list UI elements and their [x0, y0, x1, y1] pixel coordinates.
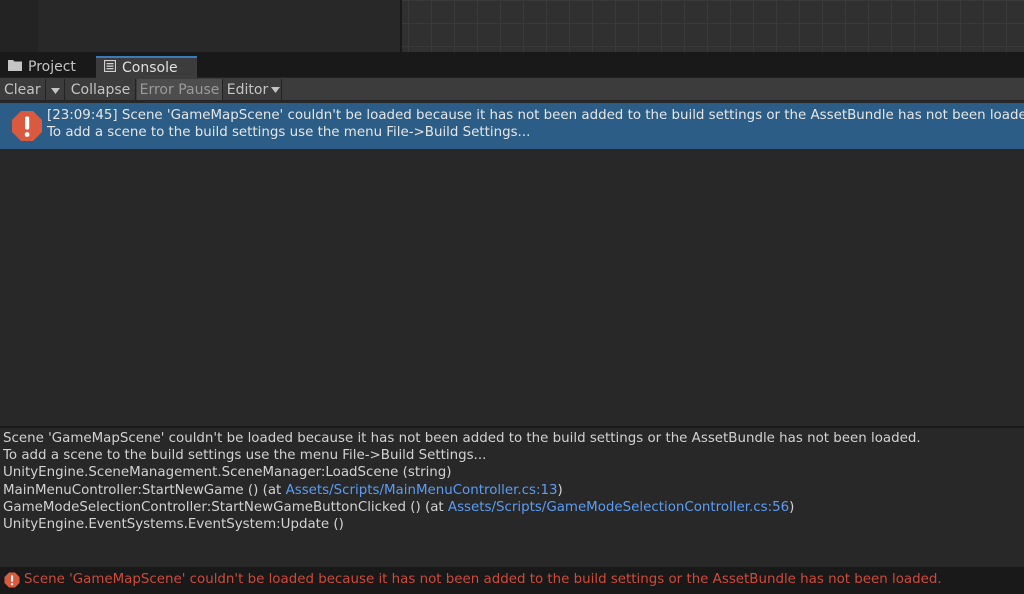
- console-icon: [103, 59, 117, 76]
- chevron-down-icon: [271, 86, 281, 93]
- stack-frame-text: GameModeSelectionController:StartNewGame…: [3, 499, 448, 515]
- clear-options-dropdown[interactable]: [46, 79, 65, 100]
- stack-frame: UnityEngine.EventSystems.EventSystem:Upd…: [3, 517, 344, 533]
- stack-frame-text: MainMenuController:StartNewGame () (at: [3, 482, 286, 498]
- tab-project[interactable]: Project: [0, 56, 92, 78]
- log-entry-line-2: To add a scene to the build settings use…: [47, 125, 531, 140]
- error-pause-toggle[interactable]: Error Pause: [137, 79, 223, 100]
- status-message: Scene 'GameMapScene' couldn't be loaded …: [24, 572, 942, 587]
- scene-view-grid[interactable]: [402, 0, 1024, 54]
- error-icon: [4, 572, 20, 588]
- stack-frame: GameModeSelectionController:StartNewGame…: [3, 499, 1021, 516]
- log-entry-message: [23:09:45] Scene 'GameMapScene' couldn't…: [47, 107, 1024, 141]
- error-icon: [11, 110, 43, 142]
- log-entry-line-1: [23:09:45] Scene 'GameMapScene' couldn't…: [47, 108, 1024, 123]
- source-link[interactable]: Assets/Scripts/MainMenuController.cs:13: [286, 483, 558, 498]
- editor-dropdown-label: Editor: [226, 81, 269, 98]
- log-entry[interactable]: [23:09:45] Scene 'GameMapScene' couldn't…: [0, 103, 1024, 149]
- stack-frame-text: ): [789, 499, 795, 515]
- folder-icon: [8, 59, 22, 75]
- stack-frame-text: ): [557, 482, 563, 498]
- top-panels: [0, 0, 1024, 54]
- stack-frame: MainMenuController:StartNewGame () (at A…: [3, 482, 1021, 499]
- panel-strip: [0, 0, 38, 54]
- editor-dropdown[interactable]: Editor: [223, 79, 282, 100]
- log-detail-panel[interactable]: Scene 'GameMapScene' couldn't be loaded …: [0, 428, 1024, 567]
- tab-console-label: Console: [122, 60, 178, 76]
- detail-message-line-1: Scene 'GameMapScene' couldn't be loaded …: [3, 431, 921, 446]
- tab-bar: Project Console: [0, 55, 1024, 78]
- tab-console[interactable]: Console: [96, 56, 197, 78]
- chevron-down-icon: [50, 82, 60, 98]
- hierarchy-panel[interactable]: [0, 0, 400, 54]
- console-log-list[interactable]: [23:09:45] Scene 'GameMapScene' couldn't…: [0, 101, 1024, 426]
- console-toolbar: Clear Collapse Error Pause Editor: [0, 78, 1024, 101]
- clear-button[interactable]: Clear: [0, 79, 46, 100]
- status-bar[interactable]: Scene 'GameMapScene' couldn't be loaded …: [0, 567, 1024, 594]
- tab-project-label: Project: [28, 59, 76, 75]
- stack-frame: UnityEngine.SceneManagement.SceneManager…: [3, 465, 452, 481]
- source-link[interactable]: Assets/Scripts/GameModeSelectionControll…: [448, 500, 789, 515]
- collapse-toggle[interactable]: Collapse: [66, 79, 136, 100]
- detail-message-line-2: To add a scene to the build settings use…: [3, 448, 487, 464]
